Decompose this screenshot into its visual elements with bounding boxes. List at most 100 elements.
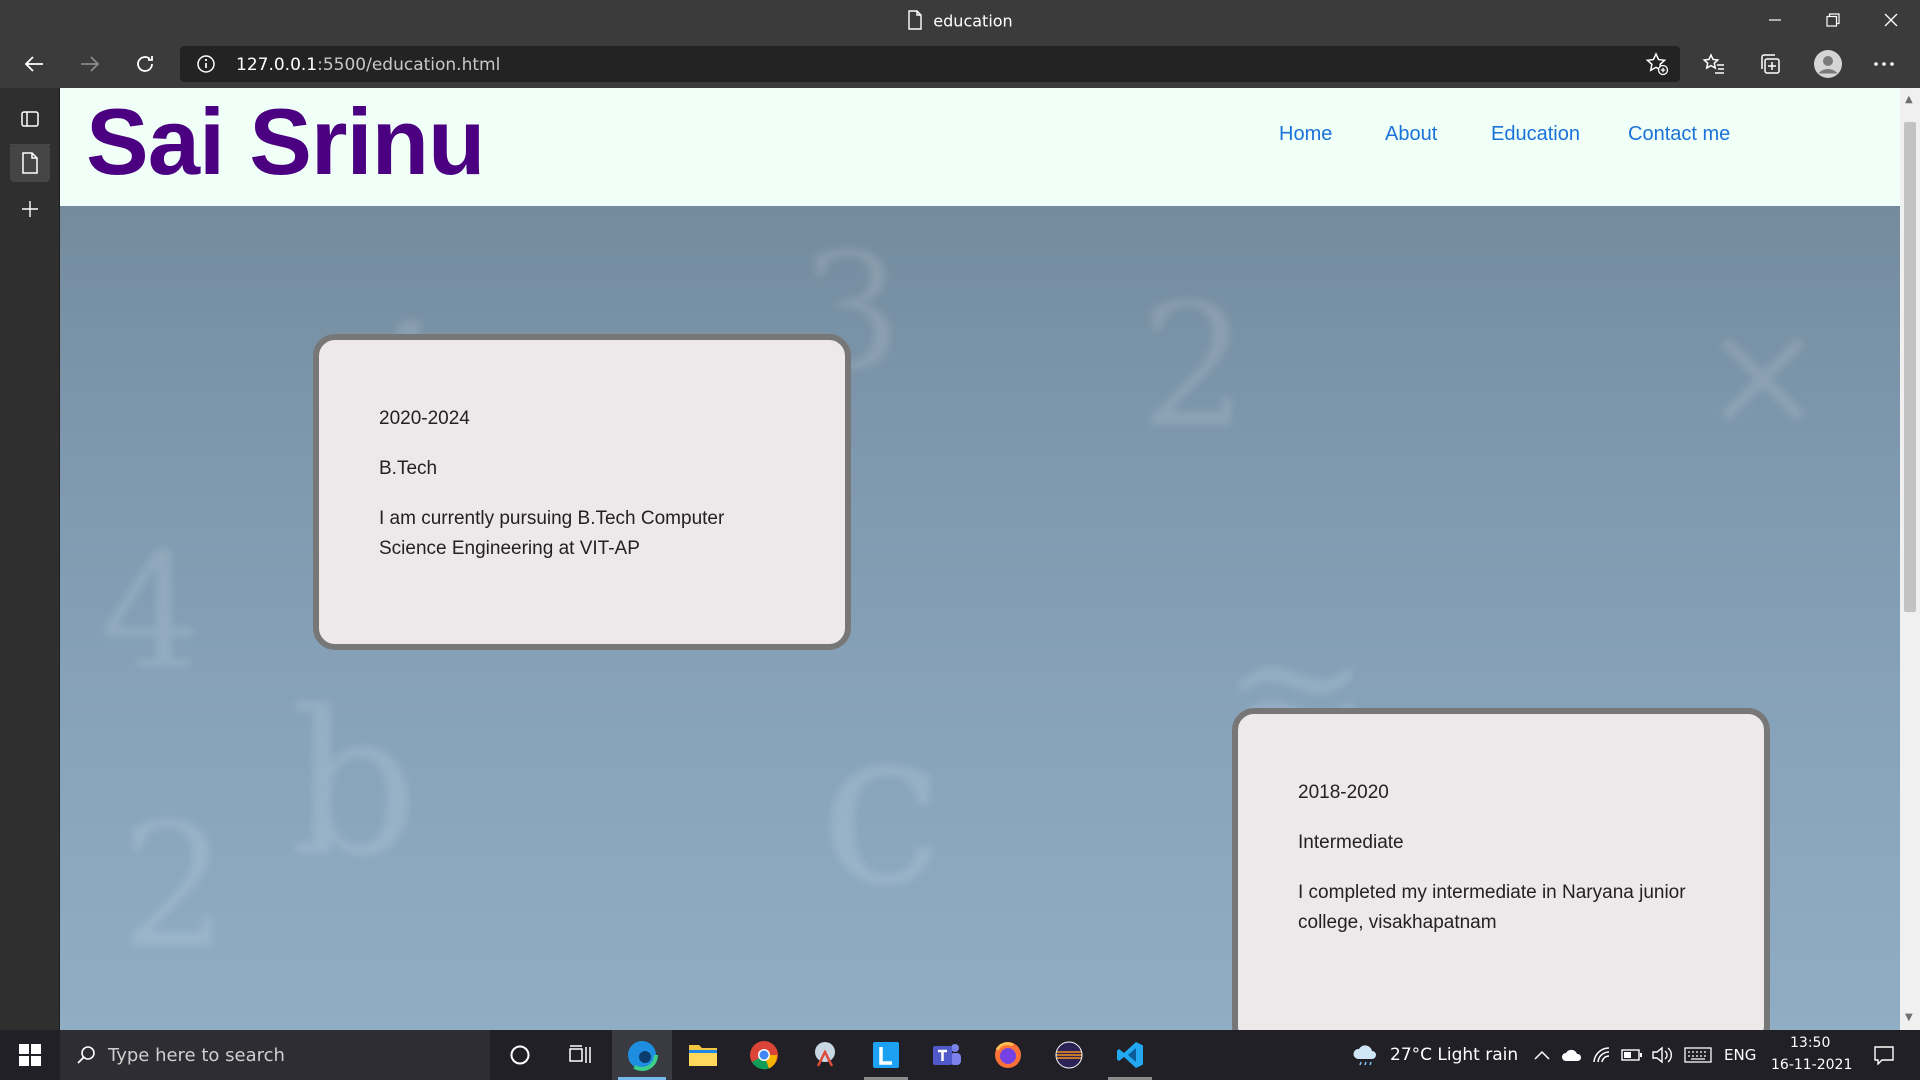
address-bar[interactable]: 127.0.0.1:5500/education.html bbox=[180, 46, 1680, 82]
windows-logo-icon bbox=[19, 1044, 41, 1066]
action-center-button[interactable] bbox=[1864, 1030, 1904, 1080]
tab-actions-icon bbox=[21, 111, 39, 127]
taskbar-app-eclipse[interactable] bbox=[1039, 1030, 1099, 1080]
document-icon bbox=[907, 10, 923, 34]
l-app-icon bbox=[873, 1042, 899, 1068]
wifi-icon bbox=[1593, 1047, 1610, 1063]
start-button[interactable] bbox=[0, 1030, 60, 1080]
taskbar-app-lens[interactable] bbox=[856, 1030, 916, 1080]
profile-button[interactable] bbox=[1808, 44, 1848, 84]
refresh-icon bbox=[137, 56, 153, 72]
vertical-scrollbar[interactable]: ▲ ▼ bbox=[1900, 88, 1920, 1030]
favorites-icon bbox=[1702, 53, 1724, 74]
collections-icon bbox=[1761, 54, 1780, 74]
page-viewport: 4 3 2 4 b c ≈ 2 × Sai Srinu Home About E… bbox=[60, 88, 1900, 1030]
education-description: I completed my intermediate in Naryana j… bbox=[1298, 882, 1686, 933]
browser-title-bar: education bbox=[0, 0, 1920, 40]
eclipse-icon bbox=[1055, 1041, 1083, 1069]
window-title-text: education bbox=[933, 11, 1013, 31]
plus-icon bbox=[22, 201, 38, 217]
education-degree: B.Tech bbox=[379, 458, 438, 479]
task-view-button[interactable] bbox=[550, 1030, 610, 1080]
clock-time[interactable]: 13:50 bbox=[1790, 1035, 1830, 1051]
firefox-icon bbox=[995, 1042, 1021, 1068]
rain-cloud-icon bbox=[1353, 1045, 1376, 1066]
add-favorite-button[interactable] bbox=[1642, 50, 1672, 78]
input-language[interactable]: ENG bbox=[1724, 1046, 1756, 1064]
weather-text[interactable]: 27°C Light rain bbox=[1390, 1045, 1518, 1065]
settings-more-button[interactable] bbox=[1864, 44, 1904, 84]
tab-education[interactable] bbox=[10, 144, 50, 182]
background-glyph: 4 bbox=[100, 518, 202, 705]
site-info-icon[interactable] bbox=[196, 54, 216, 78]
search-placeholder: Type here to search bbox=[108, 1044, 285, 1066]
vertical-tabs-sidebar bbox=[0, 88, 60, 1030]
education-description: I am currently pursuing B.Tech Computer … bbox=[379, 508, 725, 559]
scroll-down-arrow-icon[interactable]: ▼ bbox=[1905, 1012, 1913, 1023]
forward-button[interactable] bbox=[70, 44, 110, 84]
refresh-button[interactable] bbox=[125, 44, 165, 84]
scroll-up-arrow-icon[interactable]: ▲ bbox=[1905, 94, 1913, 105]
show-hidden-icons-button[interactable] bbox=[1530, 1030, 1554, 1080]
battery-icon bbox=[1621, 1049, 1642, 1061]
folder-icon bbox=[689, 1045, 717, 1066]
windows-taskbar: Type here to search 27°C Light rain ENG … bbox=[0, 1030, 1920, 1080]
site-logo[interactable]: Sai Srinu bbox=[86, 88, 485, 196]
education-years: 2020-2024 bbox=[379, 408, 470, 429]
cloud-icon bbox=[1562, 1049, 1582, 1061]
more-dots-icon bbox=[1874, 62, 1894, 66]
weather-widget[interactable] bbox=[1350, 1030, 1380, 1080]
speaker-icon bbox=[1652, 1046, 1672, 1064]
back-arrow-icon bbox=[24, 56, 43, 72]
taskbar-app-firefox[interactable] bbox=[978, 1030, 1038, 1080]
taskbar-app-file-explorer[interactable] bbox=[673, 1030, 733, 1080]
taskbar-search-box[interactable]: Type here to search bbox=[60, 1030, 490, 1080]
collections-button[interactable] bbox=[1750, 44, 1790, 84]
close-button[interactable] bbox=[1862, 0, 1920, 40]
nav-link-contact[interactable]: Contact me bbox=[1628, 123, 1730, 146]
keyboard-icon bbox=[1684, 1047, 1712, 1063]
back-button[interactable] bbox=[14, 44, 54, 84]
cortana-button[interactable] bbox=[490, 1030, 550, 1080]
wifi-tray-icon[interactable] bbox=[1590, 1030, 1614, 1080]
forward-arrow-icon bbox=[81, 56, 100, 72]
background-glyph: × bbox=[1700, 288, 1826, 462]
notification-icon bbox=[1874, 1046, 1894, 1065]
vscode-icon bbox=[1117, 1042, 1143, 1068]
onedrive-tray-icon[interactable] bbox=[1560, 1030, 1584, 1080]
taskbar-app-snip[interactable] bbox=[795, 1030, 855, 1080]
nav-link-education[interactable]: Education bbox=[1491, 123, 1580, 146]
background-glyph: c bbox=[820, 678, 944, 934]
minimize-button[interactable] bbox=[1746, 0, 1804, 40]
favorites-button[interactable] bbox=[1694, 44, 1734, 84]
education-card: 2018-2020 Intermediate I completed my in… bbox=[1232, 708, 1770, 1030]
education-years: 2018-2020 bbox=[1298, 782, 1389, 803]
task-view-icon bbox=[569, 1045, 591, 1063]
search-icon bbox=[77, 1046, 95, 1064]
background-glyph: 2 bbox=[1140, 268, 1249, 466]
scrollbar-thumb[interactable] bbox=[1904, 122, 1916, 612]
url-path: :5500/education.html bbox=[317, 55, 501, 75]
document-icon bbox=[22, 152, 38, 174]
browser-toolbar: 127.0.0.1:5500/education.html bbox=[0, 40, 1920, 88]
touch-keyboard-button[interactable] bbox=[1682, 1030, 1714, 1080]
new-tab-button[interactable] bbox=[10, 190, 50, 228]
taskbar-app-chrome[interactable] bbox=[734, 1030, 794, 1080]
site-header: Sai Srinu Home About Education Contact m… bbox=[60, 88, 1900, 206]
volume-tray-icon[interactable] bbox=[1650, 1030, 1674, 1080]
clock-date[interactable]: 16-11-2021 bbox=[1771, 1057, 1852, 1073]
restore-button[interactable] bbox=[1804, 0, 1862, 40]
nav-link-about[interactable]: About bbox=[1385, 123, 1437, 146]
chevron-up-icon bbox=[1534, 1050, 1550, 1060]
taskbar-app-teams[interactable] bbox=[917, 1030, 977, 1080]
nav-link-home[interactable]: Home bbox=[1279, 123, 1332, 146]
edge-icon bbox=[626, 1039, 658, 1071]
taskbar-app-edge[interactable] bbox=[612, 1030, 672, 1080]
taskbar-app-vscode[interactable] bbox=[1100, 1030, 1160, 1080]
star-add-icon bbox=[1645, 52, 1669, 76]
tab-actions-button[interactable] bbox=[10, 100, 50, 138]
window-title: education bbox=[0, 10, 1920, 34]
url-text[interactable]: 127.0.0.1:5500/education.html bbox=[236, 55, 500, 75]
battery-tray-icon[interactable] bbox=[1620, 1030, 1644, 1080]
cortana-icon bbox=[510, 1045, 530, 1065]
